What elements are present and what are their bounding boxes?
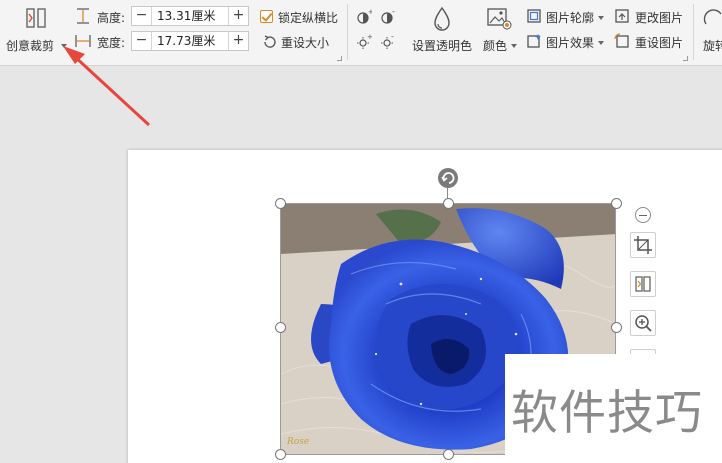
change-picture-button[interactable]: 更改图片 xyxy=(614,8,688,26)
height-label: 高度: xyxy=(97,11,126,25)
change-picture-label: 更改图片 xyxy=(635,11,684,25)
reset-size-icon xyxy=(264,35,276,48)
crop-button[interactable] xyxy=(630,232,656,258)
resize-handle-left[interactable] xyxy=(275,322,286,333)
height-decrease-button[interactable]: − xyxy=(132,7,152,25)
width-value-input[interactable]: 17.73厘米 xyxy=(152,32,228,50)
picture-color-icon xyxy=(487,8,512,30)
reset-picture-label: 重设图片 xyxy=(635,36,684,50)
creative-crop-side-button[interactable] xyxy=(630,271,656,297)
rotate-label: 旋转 xyxy=(703,39,722,53)
resize-handle-bottom[interactable] xyxy=(443,449,454,460)
chevron-down-icon xyxy=(511,44,517,48)
ribbon-separator xyxy=(347,4,348,60)
picture-effect-button[interactable]: 图片效果 xyxy=(526,33,606,51)
svg-text:-: - xyxy=(392,9,395,16)
increase-contrast-icon[interactable]: + xyxy=(356,9,372,25)
decrease-contrast-icon[interactable]: - xyxy=(380,9,396,25)
creative-crop-icon xyxy=(635,276,651,292)
zoom-in-button[interactable] xyxy=(630,310,656,336)
reset-size-button[interactable]: 重设大小 xyxy=(262,33,342,51)
resize-handle-top-left[interactable] xyxy=(275,198,286,209)
change-picture-icon xyxy=(615,9,629,23)
height-increase-button[interactable]: + xyxy=(228,7,248,25)
color-label: 颜色 xyxy=(483,39,508,53)
resize-handle-bottom-left[interactable] xyxy=(275,449,286,460)
decrease-brightness-icon[interactable]: - xyxy=(380,34,396,50)
ribbon-separator xyxy=(693,4,694,60)
rotate-handle[interactable] xyxy=(438,168,458,188)
watermark-text: 软件技巧 xyxy=(511,386,703,441)
picture-effect-icon xyxy=(527,34,541,48)
chevron-down-icon xyxy=(598,16,604,20)
height-stepper: − 13.31厘米 + xyxy=(131,6,249,26)
rotate-arrow-icon xyxy=(441,172,455,184)
lock-aspect-ratio-checkbox[interactable]: 锁定纵横比 xyxy=(260,8,342,26)
reset-picture-icon xyxy=(614,33,629,48)
crop-icon xyxy=(634,236,652,254)
svg-text:+: + xyxy=(367,34,372,41)
creative-crop-label: 创意裁剪 xyxy=(6,39,55,53)
zoom-in-icon xyxy=(635,315,652,332)
set-transparent-color-button[interactable]: 设置透明色 xyxy=(408,4,476,56)
size-dialog-launcher[interactable] xyxy=(337,56,342,61)
picture-outline-label: 图片轮廓 xyxy=(546,11,595,25)
chevron-down-icon xyxy=(598,41,604,45)
resize-handle-right[interactable] xyxy=(611,322,622,333)
rotate-button[interactable]: 旋转 xyxy=(700,4,722,56)
rotate-icon xyxy=(703,9,722,25)
collapse-toolbar-button[interactable] xyxy=(635,207,651,223)
svg-text:+: + xyxy=(368,9,372,16)
height-icon xyxy=(77,8,89,24)
increase-brightness-icon[interactable]: + xyxy=(356,34,372,50)
picture-effect-label: 图片效果 xyxy=(546,36,595,50)
reset-picture-button[interactable]: 重设图片 xyxy=(614,33,688,51)
color-button[interactable]: 颜色 xyxy=(480,4,520,56)
creative-crop-icon xyxy=(26,8,46,28)
height-value-input[interactable]: 13.31厘米 xyxy=(152,7,228,25)
photo-signature: Rose xyxy=(286,437,309,447)
watermark-panel: 软件技巧 xyxy=(505,354,722,463)
resize-handle-top[interactable] xyxy=(443,198,454,209)
picture-outline-button[interactable]: 图片轮廓 xyxy=(526,8,606,26)
picture-outline-icon xyxy=(527,9,541,23)
width-increase-button[interactable]: + xyxy=(228,32,248,50)
minus-icon xyxy=(639,214,647,216)
set-transparent-color-label: 设置透明色 xyxy=(412,39,473,53)
checkbox-checked-icon xyxy=(260,10,273,23)
resize-handle-top-right[interactable] xyxy=(611,198,622,209)
lock-aspect-ratio-label: 锁定纵横比 xyxy=(278,11,339,25)
annotation-arrow xyxy=(63,46,151,127)
reset-size-label: 重设大小 xyxy=(281,36,330,50)
water-drop-icon xyxy=(434,6,450,31)
picture-dialog-launcher[interactable] xyxy=(683,56,688,61)
svg-text:-: - xyxy=(391,34,394,41)
